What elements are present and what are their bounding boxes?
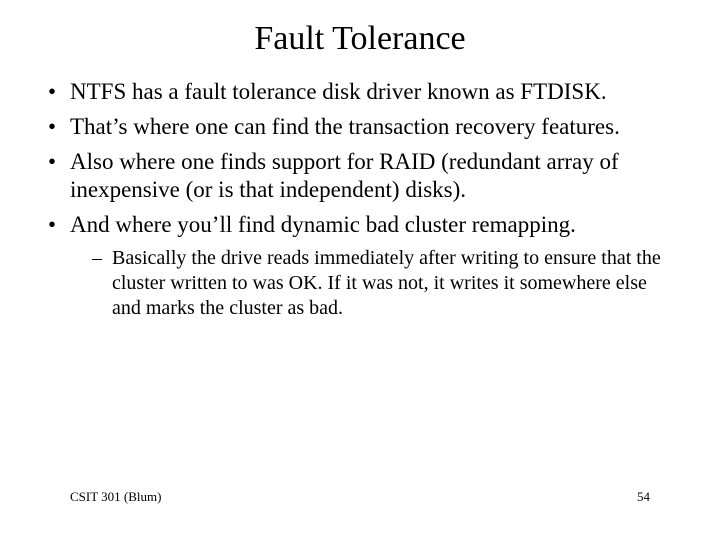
bullet-text: That’s where one can find the transactio… [70, 114, 620, 139]
sub-bullet-list: Basically the drive reads immediately af… [92, 246, 680, 321]
slide: Fault Tolerance NTFS has a fault toleran… [0, 0, 720, 540]
bullet-item: And where you’ll find dynamic bad cluste… [70, 211, 680, 321]
bullet-text: And where you’ll find dynamic bad cluste… [70, 212, 576, 237]
bullet-list: NTFS has a fault tolerance disk driver k… [40, 78, 680, 321]
footer-page-number: 54 [637, 489, 650, 505]
bullet-item: Also where one finds support for RAID (r… [70, 148, 680, 206]
bullet-item: NTFS has a fault tolerance disk driver k… [70, 78, 680, 107]
slide-title: Fault Tolerance [0, 0, 720, 68]
bullet-text: Also where one finds support for RAID (r… [70, 149, 619, 203]
bullet-item: That’s where one can find the transactio… [70, 113, 680, 142]
sub-bullet-item: Basically the drive reads immediately af… [112, 246, 680, 321]
footer-course: CSIT 301 (Blum) [70, 489, 162, 505]
sub-bullet-text: Basically the drive reads immediately af… [112, 247, 661, 319]
bullet-text: NTFS has a fault tolerance disk driver k… [70, 79, 607, 104]
